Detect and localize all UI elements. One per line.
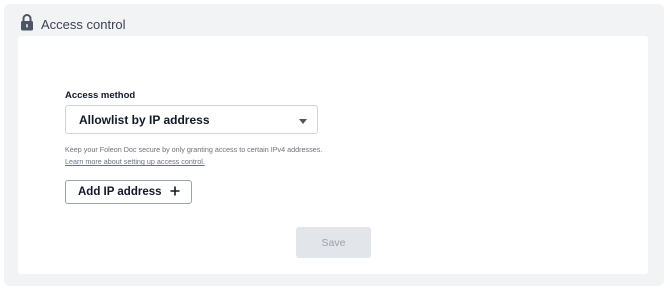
learn-more-link[interactable]: Learn more about setting up access contr… xyxy=(65,157,205,166)
access-method-select[interactable]: Allowlist by IP address xyxy=(65,105,318,134)
lock-icon xyxy=(20,13,41,36)
panel-header: Access control xyxy=(20,13,126,35)
plus-icon xyxy=(162,186,180,199)
access-method-value: Allowlist by IP address xyxy=(79,112,210,127)
panel-title: Access control xyxy=(41,16,126,32)
access-method-label: Access method xyxy=(65,90,136,101)
add-ip-address-label: Add IP address xyxy=(78,186,162,198)
access-control-panel: Access control Access method Allowlist b… xyxy=(4,4,664,286)
access-control-card: Access method Allowlist by IP address Ke… xyxy=(18,36,648,274)
help-description: Keep your Foleon Doc secure by only gran… xyxy=(65,145,323,154)
save-button[interactable]: Save xyxy=(296,227,371,258)
chevron-down-icon xyxy=(299,111,307,129)
help-text: Keep your Foleon Doc secure by only gran… xyxy=(65,144,325,168)
add-ip-address-button[interactable]: Add IP address xyxy=(65,180,192,204)
